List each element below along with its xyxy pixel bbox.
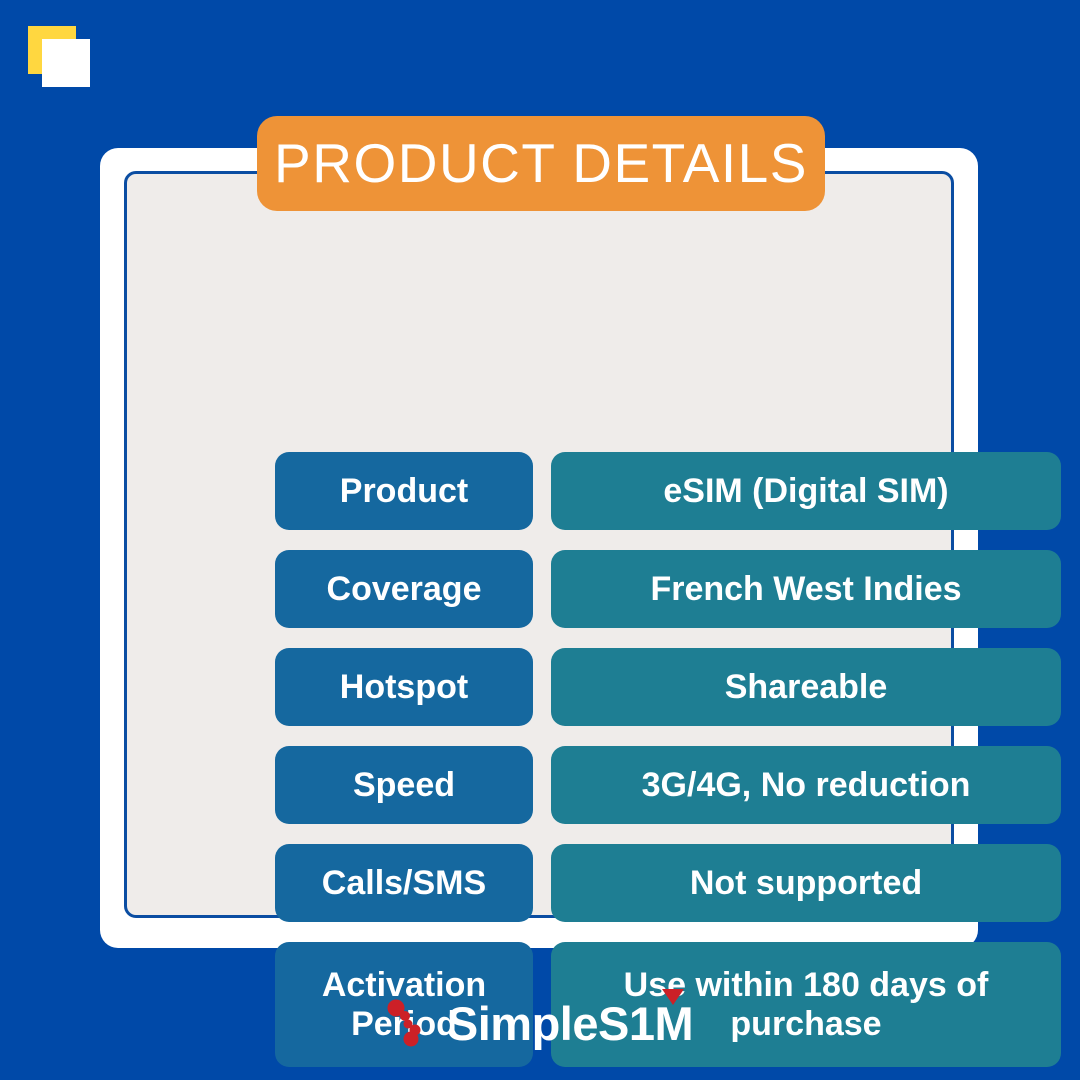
detail-value: Shareable (551, 648, 1061, 726)
detail-value: Not supported (551, 844, 1061, 922)
page-root: Product eSIM (Digital SIM) Coverage French … (0, 0, 1080, 1080)
product-details-card: Product eSIM (Digital SIM) Coverage French … (100, 148, 1061, 1067)
table-row: Calls/SMS Not supported (275, 844, 1061, 922)
decoration-white-square (42, 39, 90, 87)
page-title: PRODUCT DETAILS (274, 132, 808, 194)
table-row: Coverage French West Indies (275, 550, 1061, 628)
decoration-top-left (0, 0, 120, 120)
brand-wordmark: SimpleS1M (446, 988, 694, 1050)
product-details-panel: Product eSIM (Digital SIM) Coverage French … (124, 171, 1061, 1067)
detail-label: Product (275, 452, 533, 530)
table-row: Speed 3G/4G, No reduction (275, 746, 1061, 824)
detail-label: Hotspot (275, 648, 533, 726)
detail-value: 3G/4G, No reduction (551, 746, 1061, 824)
detail-label: Coverage (275, 550, 533, 628)
table-row: Product eSIM (Digital SIM) (275, 452, 1061, 530)
table-row: Hotspot Shareable (275, 648, 1061, 726)
detail-label: Calls/SMS (275, 844, 533, 922)
detail-value: eSIM (Digital SIM) (551, 452, 1061, 530)
details-table: Product eSIM (Digital SIM) Coverage French … (275, 452, 1061, 1067)
detail-label: Speed (275, 746, 533, 824)
detail-value: French West Indies (551, 550, 1061, 628)
dots-diagonal-icon (387, 999, 421, 1047)
page-title-badge: PRODUCT DETAILS (257, 116, 825, 211)
brand-name: SimpleS1M (446, 996, 694, 1050)
footer-logo: SimpleS1M (0, 988, 1080, 1054)
triangle-down-icon (662, 988, 685, 1005)
